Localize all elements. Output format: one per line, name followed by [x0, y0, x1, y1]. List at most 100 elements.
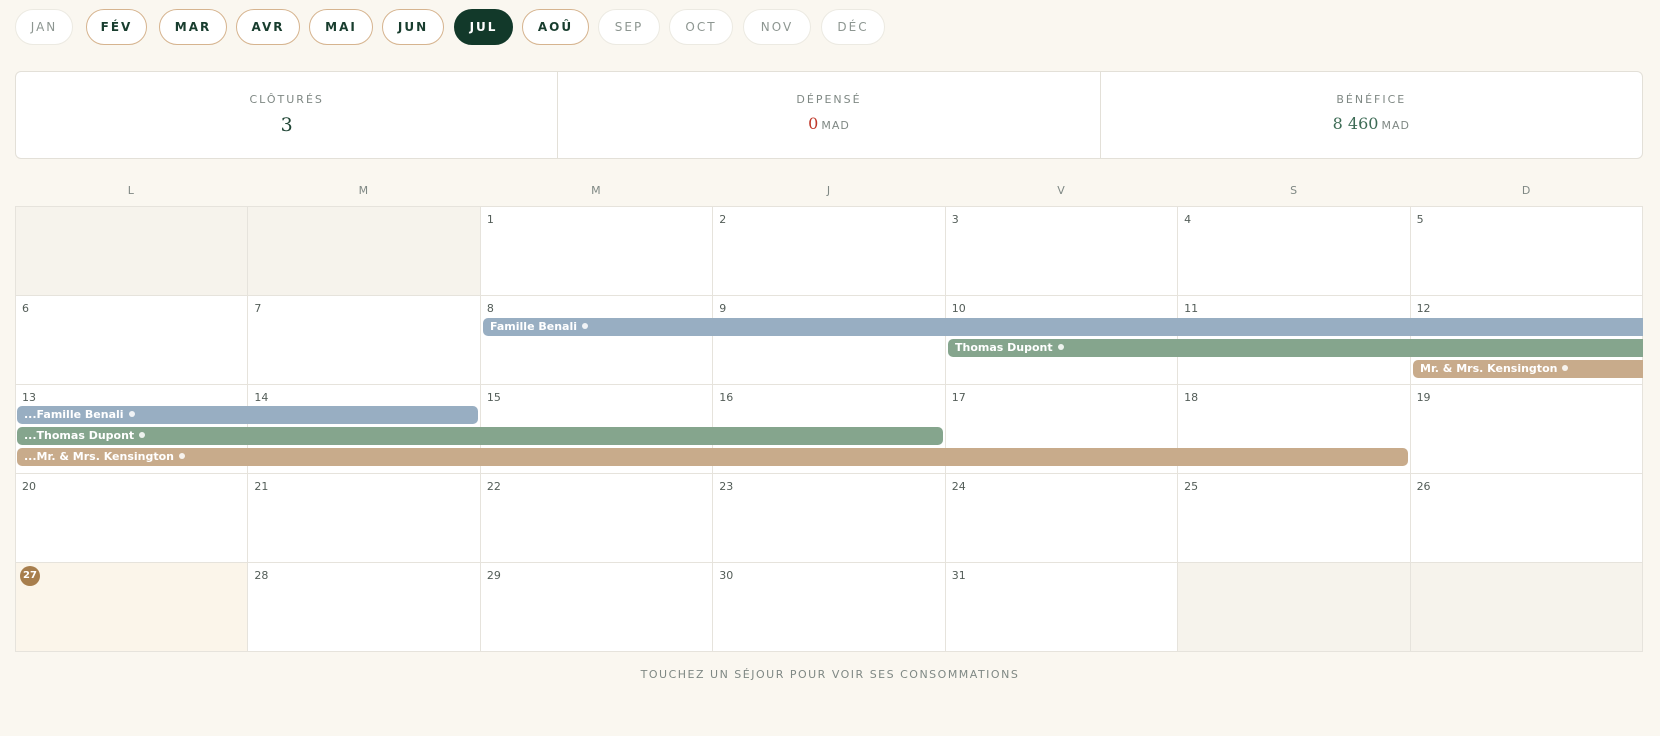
stats-panel: CLÔTURÉS 3 DÉPENSÉ 0 MAD BÉNÉFICE 8 460 MA… [15, 71, 1643, 159]
weekday-wed: M [591, 184, 602, 197]
stat-closed: CLÔTURÉS 3 [16, 72, 557, 158]
day-number: 11 [1184, 302, 1199, 315]
day-cell[interactable]: 4 [1178, 207, 1411, 296]
stat-profit: BÉNÉFICE 8 460 MAD [1099, 72, 1642, 158]
day-number: 3 [951, 213, 959, 226]
month-dec[interactable]: DÉC [821, 9, 885, 45]
status-dot-icon [139, 432, 146, 438]
booking-label: ...Mr. & Mrs. Kensington [24, 450, 174, 463]
stat-closed-label: CLÔTURÉS [249, 93, 324, 106]
empty-day-cell [1178, 563, 1411, 652]
day-number: 12 [1416, 302, 1431, 315]
day-cell[interactable]: 28 [248, 563, 481, 652]
month-jul[interactable]: JUL [454, 9, 513, 45]
day-number: 21 [254, 480, 269, 493]
footer-hint: TOUCHEZ UN SÉJOUR POUR VOIR SES CONSOMMA… [640, 668, 1020, 681]
day-number: 13 [22, 391, 36, 404]
day-cell[interactable]: 26 [1410, 474, 1643, 563]
booking-bar-famille-benali[interactable]: Famille Benali [483, 318, 1643, 336]
day-cell[interactable]: 30 [713, 563, 946, 652]
weekday-thu: J [826, 184, 832, 197]
day-number: 22 [486, 480, 501, 493]
day-number: 6 [22, 302, 29, 315]
stat-spent-value: 0 [808, 114, 819, 133]
day-cell[interactable]: 29 [480, 563, 714, 652]
booking-label: Thomas Dupont [955, 341, 1053, 354]
status-dot-icon [582, 323, 588, 329]
status-dot-icon [1562, 365, 1569, 371]
weekday-mon: L [127, 184, 135, 197]
empty-day-cell [1410, 563, 1643, 652]
day-number: 9 [719, 302, 727, 315]
day-number: 7 [254, 302, 262, 315]
status-dot-icon [179, 453, 185, 459]
stat-spent-value-wrap: 0 MAD [558, 114, 1099, 133]
stat-spent-unit: MAD [821, 119, 850, 132]
booking-bar-kensington[interactable]: Mr. & Mrs. Kensington [1413, 360, 1643, 378]
stat-closed-value-wrap: 3 [16, 114, 557, 136]
day-number: 5 [1416, 213, 1424, 226]
day-number: 20 [22, 480, 36, 493]
month-jan[interactable]: JAN [15, 9, 73, 45]
status-dot-icon [128, 411, 135, 417]
month-oct[interactable]: OCT [669, 9, 733, 45]
day-cell[interactable]: 5 [1410, 207, 1643, 296]
day-number: 15 [486, 391, 501, 404]
stat-profit-value: 8 460 [1332, 114, 1379, 133]
day-cell[interactable]: 1 [480, 207, 714, 296]
day-cell[interactable]: 7 [248, 296, 481, 385]
stat-profit-value-wrap: 8 460 MAD [1101, 114, 1642, 133]
weekday-sat: S [1290, 184, 1299, 197]
month-sep[interactable]: SEP [598, 9, 660, 45]
month-mar[interactable]: MAR [159, 9, 227, 45]
month-jun[interactable]: JUN [382, 9, 444, 45]
empty-day-cell [248, 207, 481, 296]
day-number: 10 [951, 302, 966, 315]
day-cell[interactable]: 21 [248, 474, 481, 563]
day-cell[interactable]: 8 [480, 296, 714, 385]
day-cell[interactable]: 19 [1410, 385, 1643, 474]
day-number: 24 [951, 480, 966, 493]
day-cell[interactable]: 23 [713, 474, 946, 563]
day-cell[interactable]: 22 [480, 474, 714, 563]
day-number: 17 [951, 391, 966, 404]
day-number: 16 [719, 391, 734, 404]
day-number: 28 [254, 569, 269, 582]
stat-profit-unit: MAD [1381, 119, 1410, 132]
day-number: 18 [1184, 391, 1199, 404]
day-cell[interactable]: 2 [713, 207, 946, 296]
booking-bar-thomas-dupont[interactable]: Thomas Dupont [948, 339, 1643, 357]
weekday-fri: V [1057, 184, 1066, 197]
booking-label: Mr. & Mrs. Kensington [1420, 362, 1558, 375]
booking-bar-famille-benali-cont[interactable]: ...Famille Benali [17, 406, 478, 424]
status-dot-icon [1057, 344, 1064, 350]
day-cell[interactable]: 24 [945, 474, 1179, 563]
month-nov[interactable]: NOV [743, 9, 811, 45]
day-cell[interactable]: 31 [945, 563, 1179, 652]
month-may[interactable]: MAI [309, 9, 373, 45]
month-apr[interactable]: AVR [236, 9, 300, 45]
day-number: 8 [486, 302, 494, 315]
day-cell[interactable]: 20 [16, 474, 249, 563]
day-cell[interactable]: 6 [16, 296, 249, 385]
day-number: 26 [1416, 480, 1431, 493]
booking-bar-kensington-cont[interactable]: ...Mr. & Mrs. Kensington [17, 448, 1408, 466]
day-cell[interactable]: 3 [945, 207, 1179, 296]
day-cell[interactable]: 25 [1178, 474, 1411, 563]
stat-spent: DÉPENSÉ 0 MAD [557, 72, 1099, 158]
day-number: 2 [719, 213, 727, 226]
weekday-sun: D [1521, 184, 1532, 197]
booking-label: ...Thomas Dupont [24, 429, 135, 442]
month-aug[interactable]: AOÛ [522, 9, 589, 45]
day-cell[interactable]: 9 [713, 296, 946, 385]
booking-label: ...Famille Benali [24, 408, 124, 421]
day-cell[interactable]: 27 [16, 563, 249, 652]
empty-day-cell [16, 207, 249, 296]
day-number: 29 [486, 569, 501, 582]
day-number: 30 [719, 569, 734, 582]
booking-bar-thomas-dupont-cont[interactable]: ...Thomas Dupont [17, 427, 943, 445]
stat-spent-label: DÉPENSÉ [796, 93, 862, 106]
weekday-header: L M M J V S D [15, 178, 1643, 204]
booking-label: Famille Benali [490, 320, 577, 333]
month-feb[interactable]: FÉV [86, 9, 147, 45]
